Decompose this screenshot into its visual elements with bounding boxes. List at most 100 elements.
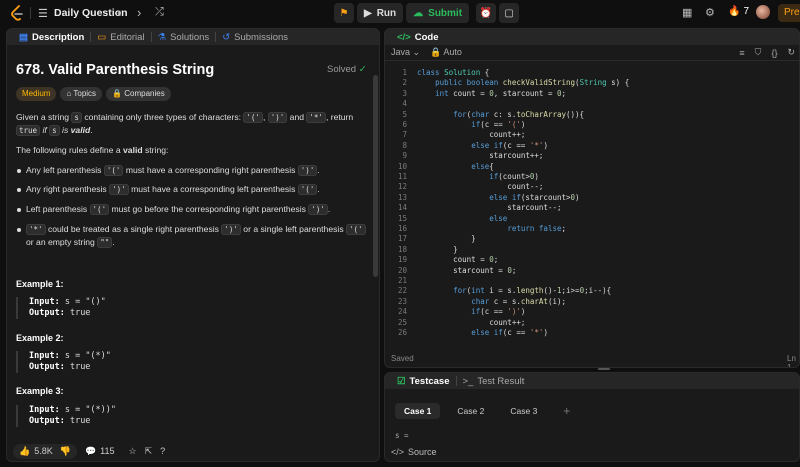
run-submit-group: ⚑ ▶ Run ☁ Submit ⏰ ▢ xyxy=(334,3,520,23)
line-number: 9 xyxy=(402,151,407,161)
code-line: else if(c == '*') xyxy=(471,140,548,150)
line-number: 4 xyxy=(402,99,407,109)
resize-handle[interactable] xyxy=(598,368,610,370)
reset-icon[interactable]: ↻ xyxy=(787,47,795,58)
page-title[interactable]: 678. Valid Parenthesis String xyxy=(16,62,214,78)
auto-complete-toggle[interactable]: 🔒 Auto xyxy=(430,47,462,58)
star-icon[interactable]: ☆ xyxy=(129,446,137,457)
checkbox-icon: ☑ xyxy=(397,375,406,387)
code-line: count++; xyxy=(417,317,526,327)
code-line: for(int i = s.length()-1;i>=0;i--){ xyxy=(453,286,612,296)
code-line: if(c == '(') xyxy=(471,120,526,129)
leetcode-logo-icon[interactable] xyxy=(10,5,24,21)
companies-tag[interactable]: 🔒 Companies xyxy=(106,87,171,101)
bullet xyxy=(17,228,21,232)
prev-problem-icon[interactable]: ‹ xyxy=(117,5,121,20)
tab-editorial[interactable]: ▭ Editorial xyxy=(91,32,150,43)
line-number: 17 xyxy=(397,234,407,244)
share-icon[interactable]: ⇱ xyxy=(145,446,153,457)
topics-tag[interactable]: ⌂ Topics xyxy=(60,87,103,101)
lock-icon: 🔒 xyxy=(430,47,442,57)
check-circle-icon: ✓ xyxy=(358,64,367,75)
fire-icon: 🔥 xyxy=(728,6,741,17)
tab-description[interactable]: ▤ Description xyxy=(13,32,90,43)
example-block: Input: s = "(*)" Output: true xyxy=(16,351,111,373)
line-number: 3 xyxy=(402,88,407,98)
submit-button[interactable]: ☁ Submit xyxy=(406,3,470,23)
example-block: Input: s = "(*))" Output: true xyxy=(16,405,116,427)
code-line: else xyxy=(489,213,508,223)
description-panel: ▤ Description ▭ Editorial ⚗ Solutions ↺ Subm… xyxy=(6,28,380,462)
left-tabs: ▤ Description ▭ Editorial ⚗ Solutions ↺ Subm… xyxy=(7,29,379,45)
alarm-icon: ⏰ xyxy=(479,7,493,19)
line-number: 20 xyxy=(397,265,407,275)
note-icon: ▢ xyxy=(504,7,514,19)
code-editor[interactable]: 1 class Solution {2 public boolean checkV… xyxy=(385,65,799,347)
line-number: 5 xyxy=(402,109,407,119)
line-number: 23 xyxy=(397,296,407,306)
source-button[interactable]: </> Source xyxy=(391,447,437,457)
language-select[interactable]: Java ⌄ xyxy=(391,47,420,58)
layout-icon[interactable]: ▦ xyxy=(682,6,692,19)
bug-icon: ⚑ xyxy=(339,7,349,19)
code-tabs: </> Code xyxy=(385,29,799,45)
code-line: if(c == ')') xyxy=(471,307,526,317)
help-icon[interactable]: ? xyxy=(160,446,165,456)
case-tab[interactable]: Case 1 xyxy=(395,403,441,419)
code-line: starcount--; xyxy=(417,203,562,213)
rule-item: Any left parenthesis '(' must have a cor… xyxy=(26,165,320,176)
case-tabs: Case 1 Case 2 Case 3 + xyxy=(395,403,579,419)
line-number: 25 xyxy=(397,317,407,327)
tab-solutions[interactable]: ⚗ Solutions xyxy=(152,32,216,43)
case-tab[interactable]: Case 2 xyxy=(448,403,493,419)
top-bar: ☰ Daily Question ‹ › ⤮ ⚑ ▶ Run ☁ Submit ⏰ … xyxy=(0,0,800,26)
test-tabs: ☑ Testcase >_ Test Result xyxy=(385,373,799,389)
case-tab[interactable]: Case 3 xyxy=(501,403,546,419)
save-status: Saved xyxy=(391,354,414,363)
rule-item: Left parenthesis '(' must go before the … xyxy=(26,204,331,215)
tab-test-result[interactable]: >_ Test Result xyxy=(457,376,531,387)
line-number: 7 xyxy=(402,130,407,140)
testcase-panel: ☑ Testcase >_ Test Result Case 1 Case 2 Ca… xyxy=(384,372,800,462)
tag-row: Medium ⌂ Topics 🔒 Companies xyxy=(16,87,171,101)
gear-icon[interactable]: ⚙ xyxy=(705,6,715,19)
like-button[interactable]: 👍 5.8K 👎 xyxy=(13,443,77,459)
tab-testcase[interactable]: ☑ Testcase xyxy=(391,376,456,387)
notes-button[interactable]: ▢ xyxy=(499,3,520,23)
braces-icon[interactable]: {} xyxy=(771,48,777,58)
next-problem-icon[interactable]: › xyxy=(137,5,141,20)
code-line: public boolean checkValidString(String s… xyxy=(435,78,630,88)
code-line: class Solution { xyxy=(417,68,490,77)
code-line: for(char c: s.toCharArray()){ xyxy=(453,109,585,119)
bullet xyxy=(17,208,21,212)
code-line: else if(starcount>0) xyxy=(489,192,580,202)
code-line: } xyxy=(417,234,476,244)
code-line: if(count>0) xyxy=(489,172,539,181)
streak-counter[interactable]: 🔥 7 xyxy=(728,6,749,17)
timer-button[interactable]: ⏰ xyxy=(476,3,497,23)
code-line: count++; xyxy=(417,130,526,140)
comments-button[interactable]: 💬 115 xyxy=(85,446,115,457)
tab-submissions[interactable]: ↺ Submissions xyxy=(216,32,294,43)
premium-button[interactable]: Pre xyxy=(778,4,800,22)
line-number: 21 xyxy=(397,276,407,285)
shuffle-icon[interactable]: ⤮ xyxy=(155,6,164,19)
debug-button[interactable]: ⚑ xyxy=(334,3,354,23)
cursor-position: Ln 1 xyxy=(787,354,796,368)
line-number: 6 xyxy=(402,120,407,129)
difficulty-badge: Medium xyxy=(16,87,57,101)
scrollbar[interactable] xyxy=(373,75,378,277)
code-line: starcount = 0; xyxy=(417,265,517,275)
problem-list-icon[interactable]: ☰ xyxy=(38,7,48,20)
add-case-button[interactable]: + xyxy=(554,403,579,419)
code-icon: </> xyxy=(391,447,405,457)
line-number: 26 xyxy=(397,328,407,337)
tab-code[interactable]: </> Code xyxy=(391,32,445,43)
align-icon[interactable]: ≡ xyxy=(739,48,744,58)
run-button[interactable]: ▶ Run xyxy=(357,3,404,23)
thumbs-up-icon: 👍 xyxy=(19,445,31,456)
avatar[interactable] xyxy=(756,5,770,19)
line-number: 16 xyxy=(397,224,407,233)
bookmark-icon[interactable]: ⛉ xyxy=(755,47,762,58)
line-number: 1 xyxy=(402,68,407,77)
